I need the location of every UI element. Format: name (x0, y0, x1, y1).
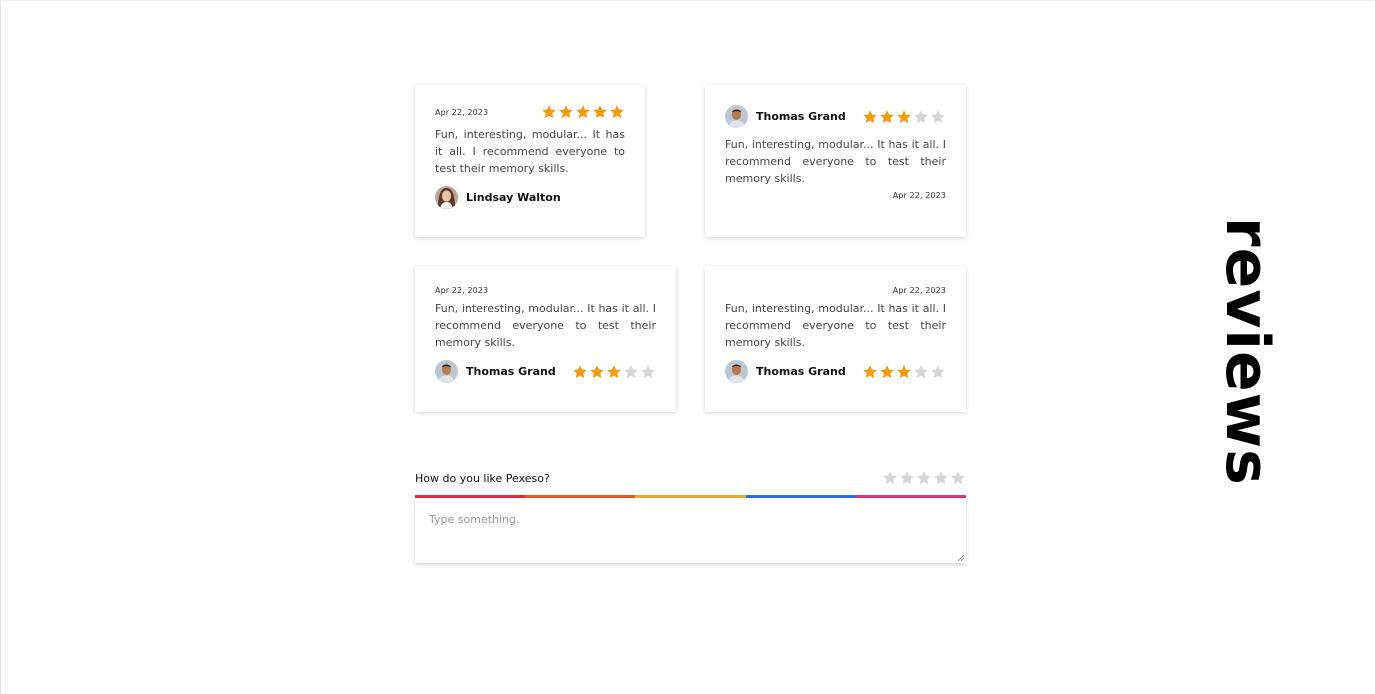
star-empty-icon[interactable] (882, 470, 898, 486)
review-card: Apr 22, 2023 Fun, interesting, modular..… (415, 266, 676, 412)
star-filled-icon (572, 364, 588, 380)
review-date: Apr 22, 2023 (435, 286, 489, 295)
feedback-textarea[interactable] (415, 498, 966, 563)
star-empty-icon (913, 364, 929, 380)
star-filled-icon (541, 104, 557, 120)
avatar (725, 360, 748, 383)
review-author: Thomas Grand (725, 105, 846, 128)
review-author: Thomas Grand (435, 360, 556, 383)
star-filled-icon (862, 109, 878, 125)
review-text: Fun, interesting, modular... It has it a… (725, 302, 946, 349)
author-name: Thomas Grand (466, 365, 556, 378)
feedback-question: How do you like Pexeso? (415, 471, 550, 485)
star-empty-icon (623, 364, 639, 380)
review-date: Apr 22, 2023 (435, 107, 489, 117)
author-name: Thomas Grand (756, 110, 846, 123)
star-filled-icon (879, 109, 895, 125)
review-author: Lindsay Walton (435, 186, 625, 209)
star-filled-icon (575, 104, 591, 120)
star-filled-icon (896, 364, 912, 380)
review-card: Apr 22, 2023 Fun, interesting, modular..… (705, 266, 966, 412)
star-empty-icon[interactable] (933, 470, 949, 486)
review-rating (540, 104, 625, 120)
review-author: Thomas Grand (725, 360, 846, 383)
star-empty-icon[interactable] (916, 470, 932, 486)
section-title: reviews (1212, 217, 1282, 486)
review-text: Fun, interesting, modular... It has it a… (725, 138, 946, 185)
review-date: Apr 22, 2023 (892, 191, 946, 200)
star-empty-icon[interactable] (899, 470, 915, 486)
author-name: Lindsay Walton (466, 191, 561, 204)
feedback-form: How do you like Pexeso? (415, 467, 967, 563)
star-filled-icon (592, 104, 608, 120)
star-empty-icon (930, 364, 946, 380)
avatar (435, 360, 458, 383)
star-filled-icon (896, 109, 912, 125)
avatar (435, 186, 458, 209)
star-empty-icon (913, 109, 929, 125)
star-filled-icon (862, 364, 878, 380)
star-empty-icon (930, 109, 946, 125)
feedback-rating-input[interactable] (881, 470, 966, 486)
resize-handle-icon[interactable] (957, 554, 964, 561)
review-text: Fun, interesting, modular... It has it a… (435, 128, 625, 175)
review-date: Apr 22, 2023 (892, 286, 946, 295)
avatar (725, 105, 748, 128)
star-filled-icon (609, 104, 625, 120)
review-card: Thomas Grand Fun, interesting, modular..… (705, 85, 966, 237)
author-name: Thomas Grand (756, 365, 846, 378)
review-rating (571, 364, 656, 380)
review-text: Fun, interesting, modular... It has it a… (435, 302, 656, 349)
star-filled-icon (879, 364, 895, 380)
review-rating (861, 109, 946, 125)
review-card: Apr 22, 2023 Fun, interesting, modular..… (415, 85, 645, 237)
review-rating (861, 364, 946, 380)
star-empty-icon[interactable] (950, 470, 966, 486)
star-empty-icon (640, 364, 656, 380)
star-filled-icon (558, 104, 574, 120)
star-filled-icon (606, 364, 622, 380)
star-filled-icon (589, 364, 605, 380)
